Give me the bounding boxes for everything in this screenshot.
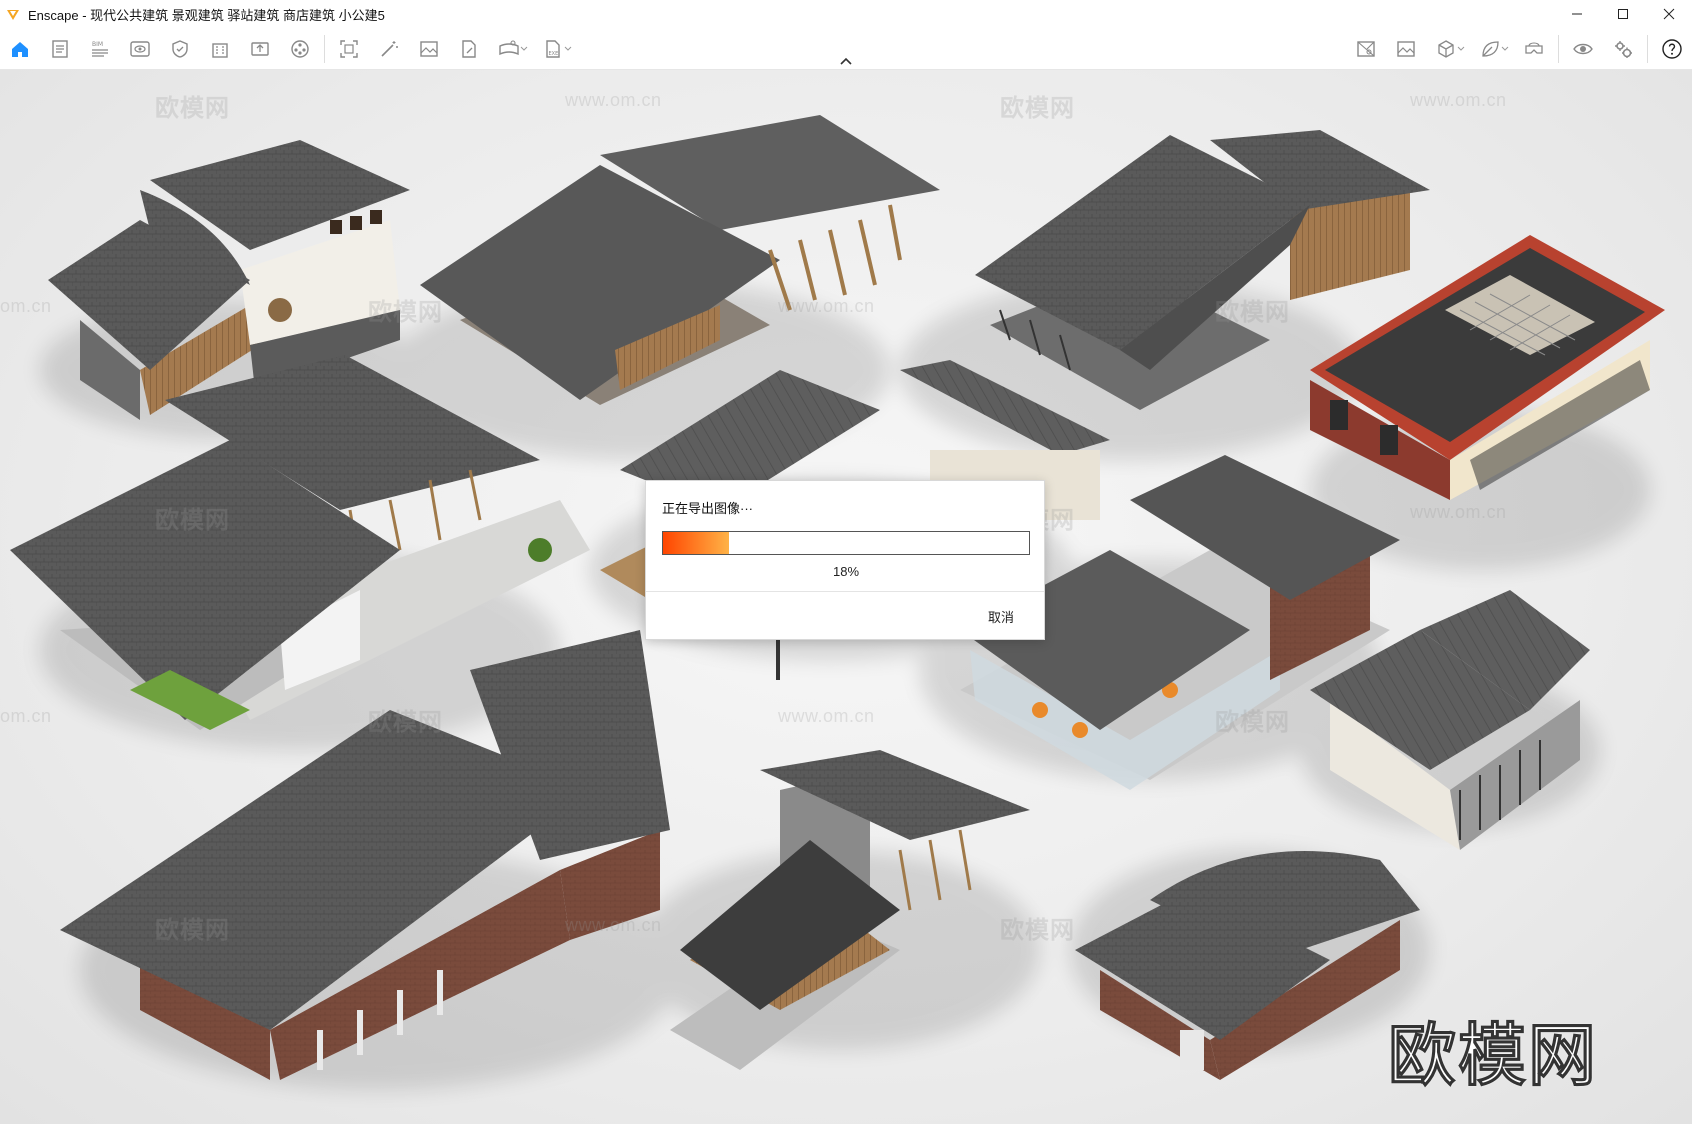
camera-upload-icon	[251, 42, 269, 56]
document-edit-button[interactable]	[449, 31, 489, 67]
chevron-down-icon	[564, 46, 572, 51]
toolbar-separator	[1558, 35, 1559, 63]
close-button[interactable]	[1646, 0, 1692, 28]
help-button[interactable]	[1652, 31, 1692, 67]
brand-watermark: 欧模网	[155, 507, 230, 534]
image-button[interactable]	[409, 31, 449, 67]
document-edit-icon	[462, 40, 476, 58]
chevron-down-icon	[1501, 46, 1509, 51]
export-icon: EXE	[546, 40, 560, 58]
url-watermark: www.om.cn	[565, 915, 662, 935]
chevron-down-icon	[1457, 46, 1465, 51]
toolbar-right-group	[1346, 28, 1692, 70]
svg-text:EXE: EXE	[549, 51, 559, 57]
visibility-icon	[1573, 43, 1593, 55]
cancel-button[interactable]: 取消	[988, 607, 1014, 626]
brand-watermark: 欧模网	[155, 95, 230, 122]
maximize-icon	[1618, 9, 1628, 19]
url-watermark: www.om.cn	[778, 706, 875, 726]
enscape-logo-icon	[7, 10, 19, 20]
toolbar-separator	[324, 35, 325, 63]
brand-watermark: 欧模网	[368, 709, 443, 736]
document-button[interactable]	[40, 31, 80, 67]
url-watermark-partial: om.cn	[0, 296, 52, 316]
brand-logo: 欧模网	[1387, 1018, 1599, 1095]
leaf-icon	[1482, 41, 1499, 57]
home-button[interactable]	[0, 31, 40, 67]
map-icon	[1357, 41, 1375, 57]
building-button[interactable]	[200, 31, 240, 67]
vr-button[interactable]	[1514, 31, 1554, 67]
dialog-title: 正在导出图像···	[662, 501, 753, 516]
settings-button[interactable]	[1603, 31, 1643, 67]
minimize-button[interactable]	[1554, 0, 1600, 28]
panorama-dropdown-caret[interactable]	[519, 31, 529, 67]
map-button[interactable]	[1346, 31, 1386, 67]
shield-icon	[172, 40, 188, 58]
building-icon	[212, 43, 228, 58]
help-icon	[1662, 39, 1682, 59]
landscape-icon	[1397, 41, 1415, 57]
shield-button[interactable]	[160, 31, 200, 67]
collapse-toolbar-caret-icon[interactable]	[836, 54, 856, 68]
chevron-down-icon	[520, 46, 528, 51]
url-watermark-partial: om.cn	[0, 706, 52, 726]
minimize-icon	[1572, 13, 1582, 15]
close-icon	[1663, 8, 1675, 20]
brand-watermark: 欧模网	[1215, 709, 1290, 736]
progress-bar-fill	[663, 532, 729, 554]
title-bar: Enscape - 现代公共建筑 景观建筑 驿站建筑 商店建筑 小公建5	[0, 0, 1692, 28]
visibility-button[interactable]	[1563, 31, 1603, 67]
window-controls	[1554, 0, 1692, 28]
brand-watermark: 欧模网	[1215, 299, 1290, 326]
view-icon	[130, 41, 150, 57]
image-icon	[420, 41, 438, 57]
url-watermark: www.om.cn	[565, 90, 662, 110]
panorama-icon	[499, 40, 519, 56]
progress-percent-label: 18%	[832, 564, 860, 579]
camera-upload-button[interactable]	[240, 31, 280, 67]
magic-wand-button[interactable]	[369, 31, 409, 67]
capture-icon	[340, 40, 358, 58]
export-dropdown-caret[interactable]	[563, 31, 573, 67]
url-watermark: www.om.cn	[1410, 502, 1507, 522]
brand-watermark: 欧模网	[368, 299, 443, 326]
brand-watermark: 欧模网	[1000, 95, 1075, 122]
material-button[interactable]	[280, 31, 320, 67]
cube-dropdown-caret[interactable]	[1456, 31, 1466, 67]
progress-bar	[662, 531, 1030, 555]
cube-icon	[1438, 40, 1454, 58]
leaf-dropdown-caret[interactable]	[1500, 31, 1510, 67]
export-progress-dialog: 正在导出图像··· 18% 取消	[645, 480, 1045, 640]
maximize-button[interactable]	[1600, 0, 1646, 28]
url-watermark: www.om.cn	[778, 296, 875, 316]
magic-wand-icon	[381, 41, 398, 57]
material-icon	[291, 40, 309, 58]
bim-icon: BIM	[92, 41, 108, 57]
home-icon	[12, 42, 28, 57]
toolbar-left-group: BIM EXE	[0, 28, 577, 70]
landscape-button[interactable]	[1386, 31, 1426, 67]
view-button[interactable]	[120, 31, 160, 67]
settings-icon	[1615, 41, 1632, 58]
dialog-divider	[646, 591, 1044, 592]
vr-icon	[1525, 42, 1543, 54]
brand-watermark: 欧模网	[1000, 917, 1075, 944]
svg-text:BIM: BIM	[92, 41, 103, 48]
toolbar-separator	[1647, 35, 1648, 63]
bim-button[interactable]: BIM	[80, 31, 120, 67]
url-watermark: www.om.cn	[1410, 90, 1507, 110]
brand-watermark: 欧模网	[155, 917, 230, 944]
window-title: Enscape - 现代公共建筑 景观建筑 驿站建筑 商店建筑 小公建5	[28, 7, 385, 23]
capture-button[interactable]	[329, 31, 369, 67]
document-icon	[52, 40, 68, 58]
